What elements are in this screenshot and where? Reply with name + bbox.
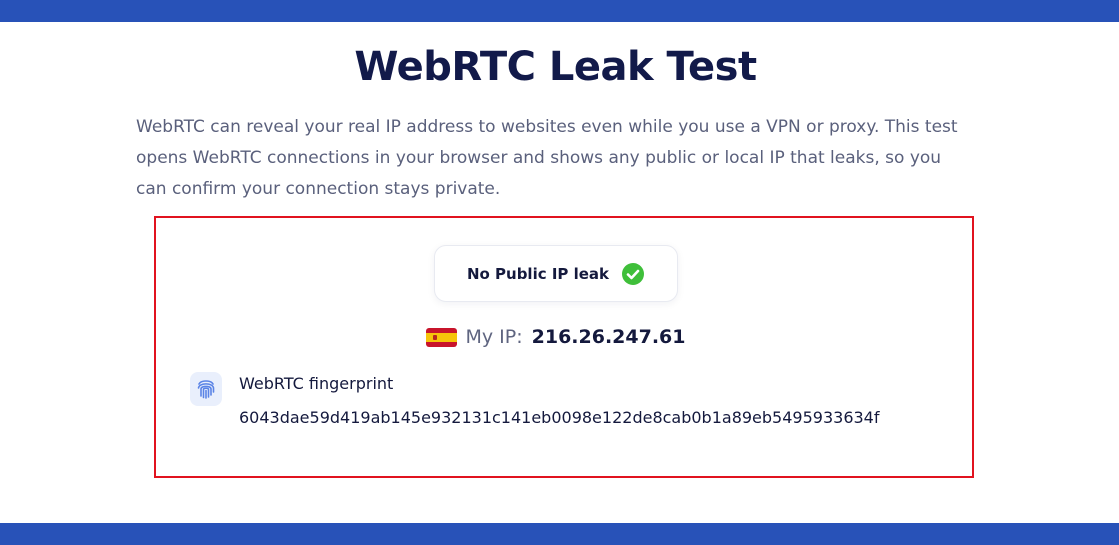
top-brand-bar: [0, 0, 1119, 22]
fingerprint-icon-badge: [190, 372, 222, 406]
my-ip-value: 216.26.247.61: [531, 326, 686, 348]
spain-flag-icon: [425, 327, 457, 347]
my-ip-label: My IP:: [465, 326, 523, 348]
leak-status-text: No Public IP leak: [466, 264, 610, 283]
fingerprint-icon: [197, 380, 215, 399]
page-title: WebRTC Leak Test: [354, 44, 757, 90]
fingerprint-label: WebRTC fingerprint: [239, 374, 394, 393]
check-circle-icon: [622, 262, 645, 285]
my-ip-row: My IP: 216.26.247.61: [0, 322, 1111, 352]
fingerprint-value: 6043dae59d419ab145e932131c141eb0098e122d…: [239, 408, 880, 427]
bottom-brand-bar: [0, 523, 1119, 545]
leak-status-badge: No Public IP leak: [434, 245, 678, 302]
page-description: WebRTC can reveal your real IP address t…: [136, 117, 958, 199]
